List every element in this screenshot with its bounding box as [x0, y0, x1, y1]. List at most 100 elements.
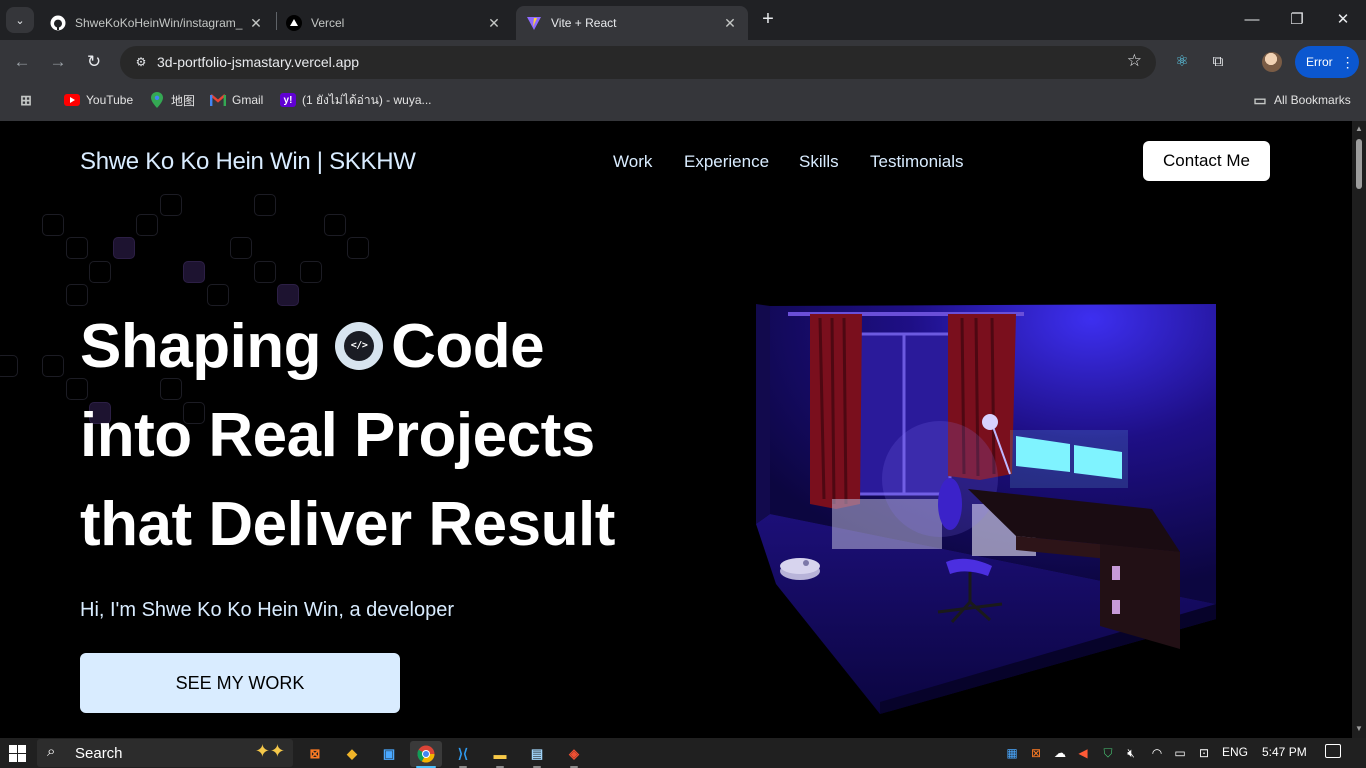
defender-icon[interactable]: ⛉	[1099, 745, 1117, 761]
tab-title: ShweKoKoHeinWin/instagram_	[75, 16, 243, 30]
forward-icon[interactable]: →	[46, 50, 70, 74]
notification-icon[interactable]	[1325, 744, 1341, 758]
code-badge-glyph: </>	[344, 330, 375, 361]
tab-vite-react[interactable]: Vite + React ✕	[516, 6, 748, 40]
battery-icon[interactable]: ▭	[1171, 745, 1189, 761]
back-icon[interactable]: ←	[10, 50, 34, 74]
site-brand[interactable]: Shwe Ko Ko Hein Win | SKKHW	[80, 148, 416, 176]
grid-square	[66, 284, 88, 306]
bookmark-star-icon[interactable]: ☆	[1127, 51, 1142, 71]
taskbar-clock[interactable]: 5:47 PM	[1262, 745, 1307, 759]
grid-square	[42, 355, 64, 377]
gmail-icon	[210, 93, 226, 107]
hero-word-shaping: Shaping	[80, 312, 322, 381]
taskbar-search[interactable]: ⌕ Search ✦✦	[37, 739, 293, 767]
youtube-icon	[64, 93, 80, 107]
tab-search-button[interactable]: ⌄	[6, 7, 34, 33]
bookmark-youtube[interactable]: YouTube	[64, 90, 133, 110]
bookmark-label: YouTube	[86, 93, 134, 107]
grid-square	[89, 261, 111, 283]
bookmark-label: Gmail	[232, 93, 264, 107]
vite-icon	[526, 15, 542, 31]
address-bar[interactable]: ⚙ 3d-portfolio-jsmastary.vercel.app ☆	[120, 46, 1156, 79]
grid-square	[324, 214, 346, 236]
grid-square	[160, 194, 182, 216]
maps-icon	[149, 92, 165, 108]
grid-square	[277, 284, 299, 306]
bookmark-yahoo-mail[interactable]: y! (1 ยังไม่ได้อ่าน) - wuya...	[280, 90, 432, 110]
menu-kebab-icon: ⋮	[1340, 53, 1355, 70]
display-icon[interactable]: ⊡	[1195, 745, 1213, 761]
grid-square	[254, 194, 276, 216]
tab-close-icon[interactable]: ✕	[722, 15, 738, 32]
cyberduck-icon[interactable]: ◆	[336, 741, 368, 767]
tab-strip: ⌄ ShweKoKoHeinWin/instagram_ ✕ Vercel ✕ …	[0, 0, 1366, 40]
page-viewport: Shwe Ko Ko Hein Win | SKKHW Work Experie…	[0, 121, 1352, 738]
git-icon[interactable]: ◈	[558, 741, 590, 768]
volume-muted-icon[interactable]: 🔇︎	[1122, 745, 1140, 761]
windows-start-icon[interactable]	[9, 745, 26, 762]
remote-desktop-icon[interactable]: ▣	[373, 741, 405, 767]
close-window-icon[interactable]: ✕	[1331, 8, 1355, 32]
hero-word-code: Code	[391, 312, 545, 381]
browser-chrome: ⌄ ShweKoKoHeinWin/instagram_ ✕ Vercel ✕ …	[0, 0, 1366, 121]
all-bookmarks-button[interactable]: ▭ All Bookmarks	[1252, 90, 1351, 110]
tab-vercel[interactable]: Vercel ✕	[276, 6, 512, 40]
grid-square	[0, 355, 18, 377]
restore-icon[interactable]: ❐	[1285, 8, 1309, 32]
tab-github[interactable]: ShweKoKoHeinWin/instagram_ ✕	[40, 6, 274, 40]
apps-icon[interactable]: ⊞	[18, 90, 40, 110]
minimize-icon[interactable]: —	[1240, 8, 1264, 32]
vscode-icon[interactable]: ⟩⟨	[447, 741, 479, 768]
profile-avatar[interactable]	[1262, 52, 1282, 72]
code-badge-icon: </>	[335, 321, 384, 370]
grid-square	[347, 237, 369, 259]
wifi-icon[interactable]: ◠	[1148, 745, 1166, 761]
scroll-down-icon[interactable]: ▼	[1354, 724, 1364, 733]
all-bookmarks-label: All Bookmarks	[1274, 93, 1351, 107]
nav-link-skills[interactable]: Skills	[799, 152, 839, 172]
contact-me-button[interactable]: Contact Me	[1143, 141, 1270, 181]
tray-app-icon[interactable]: ▦	[1003, 745, 1021, 761]
hero-subtitle: Hi, I'm Shwe Ko Ko Hein Win, a developer	[80, 599, 454, 621]
tab-close-icon[interactable]: ✕	[248, 15, 264, 32]
notepad-icon[interactable]: ▤	[521, 741, 553, 768]
grid-square	[254, 261, 276, 283]
yahoo-mail-icon: y!	[280, 93, 296, 107]
onedrive-icon[interactable]: ☁	[1051, 745, 1069, 761]
scroll-up-icon[interactable]: ▲	[1354, 124, 1364, 133]
url-text[interactable]: 3d-portfolio-jsmastary.vercel.app	[157, 54, 359, 70]
bookmark-maps[interactable]: 地图	[149, 90, 195, 110]
search-icon: ⌕	[47, 743, 56, 760]
nav-link-experience[interactable]: Experience	[684, 152, 769, 172]
grid-square	[300, 261, 322, 283]
extensions-icon[interactable]: ⧉	[1207, 51, 1229, 73]
bookmark-label: 地图	[171, 93, 196, 108]
copilot-sparkle-icon: ✦✦	[254, 741, 285, 761]
input-language[interactable]: ENG	[1222, 745, 1248, 759]
see-my-work-button[interactable]: SEE MY WORK	[80, 653, 400, 713]
nav-link-testimonials[interactable]: Testimonials	[870, 152, 964, 172]
github-icon	[50, 15, 66, 31]
grid-square	[113, 237, 135, 259]
grid-square	[207, 284, 229, 306]
profile-error-button[interactable]: Error ⋮	[1295, 46, 1359, 78]
folder-icon: ▭	[1253, 91, 1267, 108]
nav-link-work[interactable]: Work	[613, 152, 652, 172]
scrollbar-thumb[interactable]	[1356, 139, 1362, 189]
tab-close-icon[interactable]: ✕	[486, 15, 502, 32]
page-scrollbar[interactable]: ▲ ▼	[1352, 121, 1366, 738]
taskbar-search-label: Search	[75, 745, 123, 762]
new-tab-button[interactable]: +	[757, 8, 779, 32]
reload-icon[interactable]: ↻	[82, 50, 106, 74]
grid-square	[183, 261, 205, 283]
xampp-icon[interactable]: ⊠	[299, 741, 331, 767]
tray-xampp-icon[interactable]: ⊠	[1027, 745, 1045, 761]
react-devtools-icon[interactable]: ⚛	[1171, 51, 1193, 73]
tray-speaker-app-icon[interactable]: ◀	[1074, 745, 1092, 761]
bookmark-gmail[interactable]: Gmail	[210, 90, 263, 110]
grid-square	[230, 237, 252, 259]
file-explorer-icon[interactable]: ▬	[484, 741, 516, 768]
chrome-taskbar-icon[interactable]	[410, 741, 442, 768]
site-info-icon[interactable]: ⚙	[130, 52, 152, 73]
